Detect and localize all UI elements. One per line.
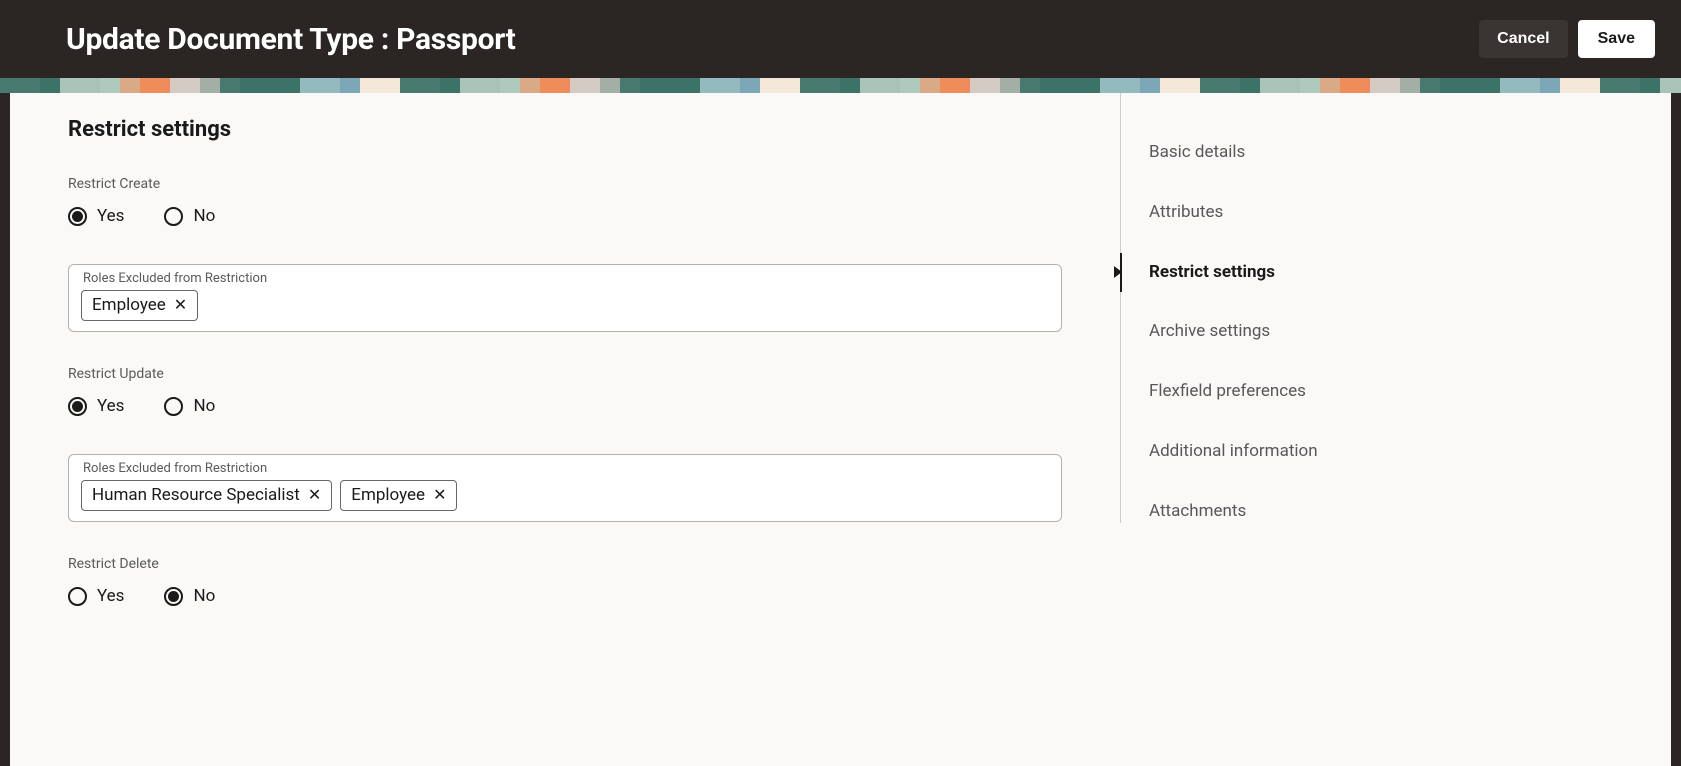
chip-row: Employee ✕ [81,290,1049,321]
restrict-update-no-option[interactable]: No [164,396,215,416]
nav-item-restrict-settings[interactable]: Restrict settings [1149,249,1460,297]
content-wrapper: Restrict settings Restrict Create Yes No… [10,93,1671,766]
chip-text: Human Resource Specialist [92,485,300,505]
cancel-button[interactable]: Cancel [1479,20,1567,58]
close-icon[interactable]: ✕ [308,487,321,503]
page-title: Update Document Type : Passport [66,22,516,57]
restrict-create-label: Restrict Create [68,176,1062,192]
restrict-create-section: Restrict Create Yes No Roles Excluded fr… [68,176,1062,332]
radio-no-label: No [193,206,215,226]
restrict-delete-no-option[interactable]: No [164,586,215,606]
role-chip: Human Resource Specialist ✕ [81,480,332,511]
header-actions: Cancel Save [1479,20,1655,58]
section-nav: Basic details Attributes Restrict settin… [1120,93,1460,523]
restrict-update-radio-group: Yes No [68,396,1062,416]
role-chip: Employee ✕ [81,290,198,321]
radio-yes-label: Yes [97,586,124,606]
role-chip: Employee ✕ [340,480,457,511]
close-icon[interactable]: ✕ [174,297,187,313]
save-button[interactable]: Save [1578,20,1655,58]
radio-no-label: No [193,586,215,606]
section-title: Restrict settings [68,117,1062,142]
radio-icon [68,397,87,416]
radio-icon [164,587,183,606]
restrict-delete-radio-group: Yes No [68,586,1062,606]
radio-yes-label: Yes [97,396,124,416]
roles-excluded-update-input[interactable]: Roles Excluded from Restriction Human Re… [68,454,1062,522]
restrict-update-section: Restrict Update Yes No Roles Excluded fr… [68,366,1062,522]
chip-row: Human Resource Specialist ✕ Employee ✕ [81,480,1049,511]
restrict-delete-yes-option[interactable]: Yes [68,586,124,606]
radio-icon [164,397,183,416]
radio-icon [164,207,183,226]
restrict-update-yes-option[interactable]: Yes [68,396,124,416]
restrict-create-radio-group: Yes No [68,206,1062,226]
radio-no-label: No [193,396,215,416]
roles-excluded-create-input[interactable]: Roles Excluded from Restriction Employee… [68,264,1062,332]
chip-text: Employee [92,295,166,315]
restrict-update-label: Restrict Update [68,366,1062,382]
nav-item-attributes[interactable]: Attributes [1149,189,1460,237]
radio-yes-label: Yes [97,206,124,226]
close-icon[interactable]: ✕ [433,487,446,503]
nav-item-additional-information[interactable]: Additional information [1149,428,1460,476]
nav-item-flexfield-preferences[interactable]: Flexfield preferences [1149,368,1460,416]
decorative-banner [0,78,1681,93]
nav-item-basic-details[interactable]: Basic details [1149,129,1460,177]
restrict-delete-section: Restrict Delete Yes No [68,556,1062,606]
restrict-create-no-option[interactable]: No [164,206,215,226]
roles-excluded-label: Roles Excluded from Restriction [81,271,1049,286]
radio-icon [68,207,87,226]
radio-icon [68,587,87,606]
roles-excluded-label: Roles Excluded from Restriction [81,461,1049,476]
restrict-delete-label: Restrict Delete [68,556,1062,572]
main-panel: Restrict settings Restrict Create Yes No… [10,93,1120,766]
nav-item-archive-settings[interactable]: Archive settings [1149,308,1460,356]
page-header: Update Document Type : Passport Cancel S… [0,0,1681,78]
nav-item-attachments[interactable]: Attachments [1149,488,1460,536]
chip-text: Employee [351,485,425,505]
restrict-create-yes-option[interactable]: Yes [68,206,124,226]
